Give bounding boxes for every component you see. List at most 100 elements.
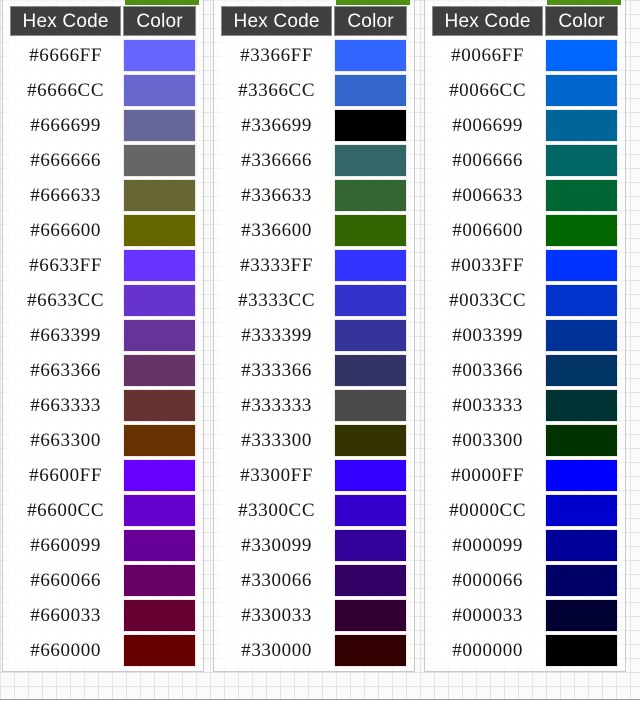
color-swatch [123,529,196,562]
color-swatch-cell [545,248,618,283]
column-header-color: Color [545,6,618,36]
color-swatch [545,494,618,527]
hex-code-cell: #0066FF [432,38,544,73]
hex-code-cell: #336600 [221,213,333,248]
color-swatch-cell [334,493,407,528]
color-swatch [545,354,618,387]
color-swatch-cell [545,73,618,108]
color-swatch-cell [334,213,407,248]
color-swatch-cell [123,528,196,563]
color-swatch [545,599,618,632]
hex-code-cell: #336633 [221,178,333,213]
color-swatch-cell [545,178,618,213]
table-row: #0033CC [432,283,618,318]
color-swatch-cell [123,493,196,528]
table-row: #3366FF [221,38,407,73]
table-row: #6633CC [10,283,196,318]
color-swatch [334,424,407,457]
hex-code-cell: #663333 [10,388,122,423]
color-swatch [123,144,196,177]
table-row: #666600 [10,213,196,248]
hex-code-cell: #3333CC [221,283,333,318]
table-row: #333399 [221,318,407,353]
table-row: #3333FF [221,248,407,283]
hex-code-cell: #3300FF [221,458,333,493]
hex-code-cell: #333399 [221,318,333,353]
table-row: #3300CC [221,493,407,528]
color-swatch-cell [334,143,407,178]
color-swatch-cell [123,563,196,598]
color-swatch-cell [545,423,618,458]
table-row: #6633FF [10,248,196,283]
color-swatch [545,459,618,492]
hex-code-cell: #6633FF [10,248,122,283]
hex-code-cell: #003399 [432,318,544,353]
hex-code-cell: #333333 [221,388,333,423]
color-swatch [334,564,407,597]
hex-code-cell: #0000FF [432,458,544,493]
hex-code-cell: #000066 [432,563,544,598]
color-swatch [545,74,618,107]
table-row: #0033FF [432,248,618,283]
color-swatch-cell [123,423,196,458]
color-swatch [123,389,196,422]
color-swatch-cell [334,388,407,423]
color-table-panel-3: Hex Code Color #0066FF #0066CC #006699 #00666… [424,0,626,672]
color-swatch-cell [334,633,407,668]
table-row: #663333 [10,388,196,423]
table-row: #330033 [221,598,407,633]
color-swatch [334,389,407,422]
color-swatch [545,249,618,282]
hex-code-cell: #3300CC [221,493,333,528]
table-row: #3300FF [221,458,407,493]
color-swatch [334,284,407,317]
hex-code-cell: #6600CC [10,493,122,528]
table-row: #0000FF [432,458,618,493]
table-row: #003399 [432,318,618,353]
color-swatch [123,634,196,667]
table-row: #3333CC [221,283,407,318]
hex-code-cell: #666666 [10,143,122,178]
hex-code-cell: #330000 [221,633,333,668]
color-swatch [123,109,196,142]
table-row: #000000 [432,633,618,668]
color-swatch-cell [545,598,618,633]
hex-code-cell: #660000 [10,633,122,668]
hex-code-cell: #336699 [221,108,333,143]
color-swatch [334,144,407,177]
table-row: #6666CC [10,73,196,108]
hex-code-cell: #3333FF [221,248,333,283]
hex-code-cell: #660033 [10,598,122,633]
color-swatch-cell [334,248,407,283]
color-swatch [545,424,618,457]
hex-code-cell: #663300 [10,423,122,458]
color-swatch [545,319,618,352]
color-swatch [334,214,407,247]
table-row: #660066 [10,563,196,598]
table-row: #0066FF [432,38,618,73]
table-row: #660033 [10,598,196,633]
hex-code-cell: #330066 [221,563,333,598]
color-swatch-cell [123,458,196,493]
color-table-panel-1: Hex Code Color #6666FF #6666CC #666699 #66666… [2,0,204,672]
color-swatch [123,39,196,72]
color-reference-sheet: Hex Code Color #6666FF #6666CC #666699 #66666… [0,0,640,705]
hex-code-cell: #663399 [10,318,122,353]
color-swatch [123,319,196,352]
color-swatch-cell [545,38,618,73]
table-row: #666699 [10,108,196,143]
color-swatch [334,319,407,352]
color-swatch [123,599,196,632]
hex-code-cell: #330033 [221,598,333,633]
color-swatch [545,529,618,562]
color-swatch-cell [545,318,618,353]
table-row: #003300 [432,423,618,458]
table-row: #663366 [10,353,196,388]
color-swatch-cell [123,73,196,108]
table-body: #6666FF #6666CC #666699 #666666 #666633 #6666… [3,38,203,668]
hex-code-cell: #6666FF [10,38,122,73]
table-row: #6600FF [10,458,196,493]
hex-code-cell: #000099 [432,528,544,563]
table-header-row: Hex Code Color [3,0,203,38]
color-swatch-cell [334,283,407,318]
